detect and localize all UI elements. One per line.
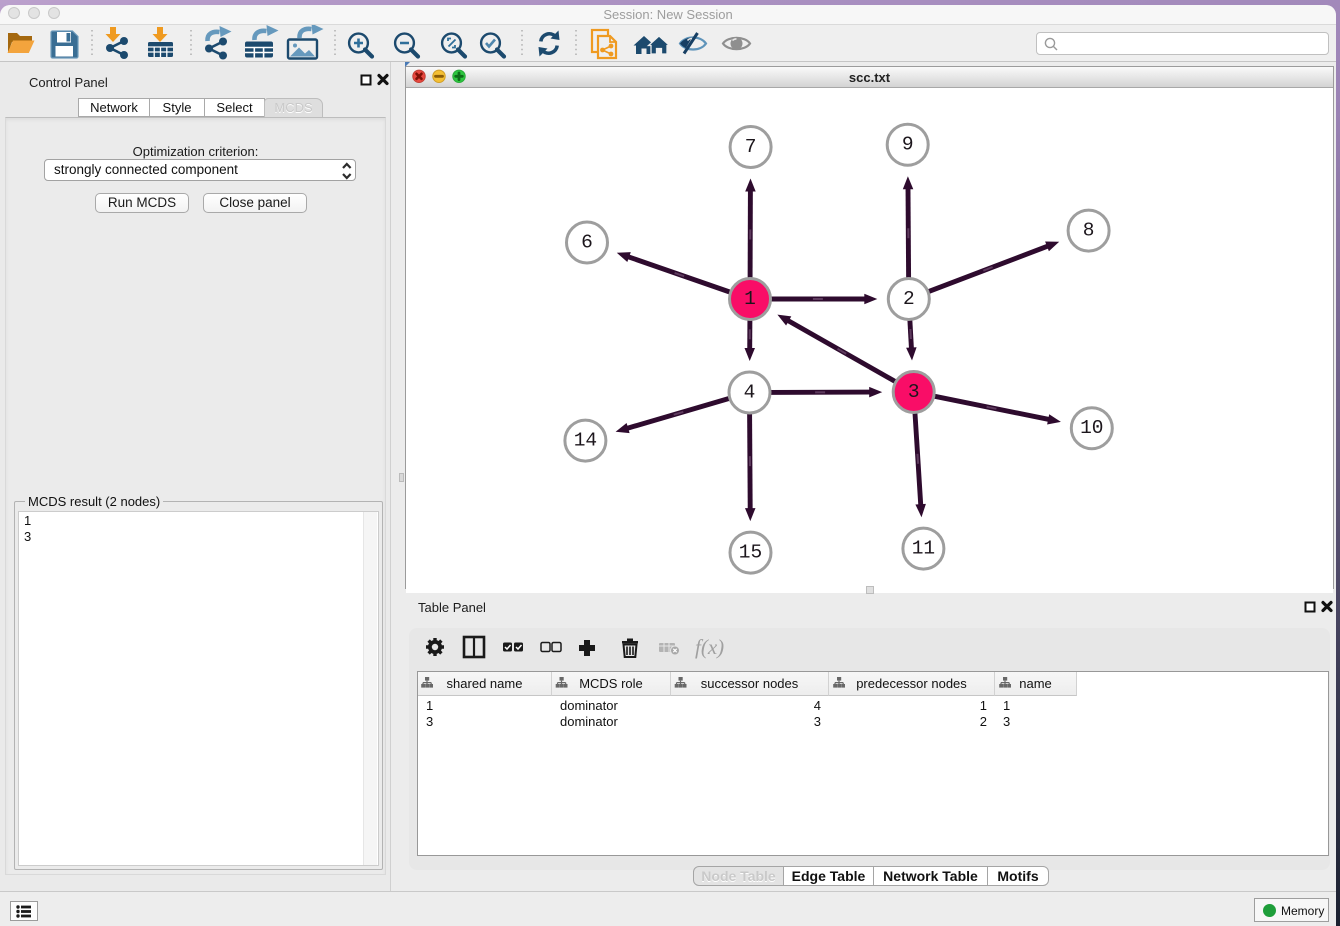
svg-text:8: 8	[1083, 220, 1095, 242]
svg-text:10: 10	[1080, 417, 1103, 439]
svg-text:9: 9	[902, 134, 914, 156]
svg-text:4: 4	[744, 382, 756, 404]
svg-text:2: 2	[903, 288, 915, 310]
svg-text:15: 15	[739, 542, 762, 564]
svg-text:14: 14	[574, 430, 597, 452]
svg-text:6: 6	[581, 232, 593, 254]
svg-text:7: 7	[745, 136, 757, 158]
svg-text:3: 3	[908, 381, 920, 403]
svg-text:1: 1	[744, 288, 756, 310]
svg-text:f(x): f(x)	[695, 635, 724, 659]
svg-text:11: 11	[912, 538, 935, 560]
